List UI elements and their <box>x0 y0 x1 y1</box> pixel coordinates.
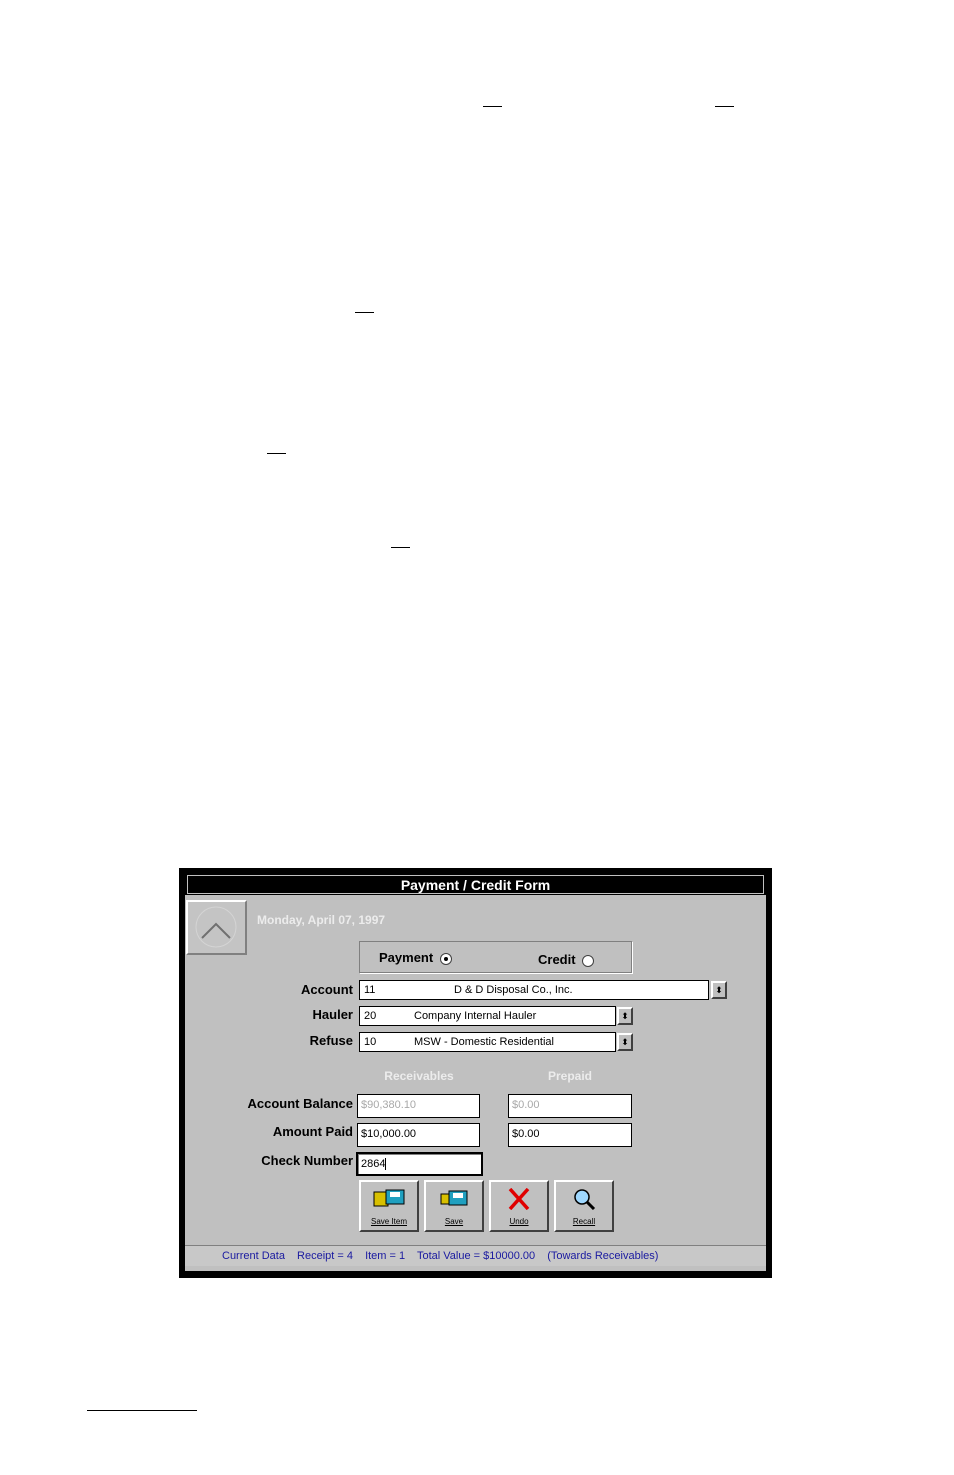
text-rule <box>355 312 374 313</box>
current-date: Monday, April 07, 1997 <box>257 913 386 927</box>
save-label: Save <box>444 1217 464 1226</box>
status-receipt: Receipt = 4 <box>297 1250 353 1262</box>
refuse-label: Refuse <box>309 1033 353 1048</box>
credit-label: Credit <box>538 952 576 967</box>
text-rule <box>715 106 734 107</box>
save-item-label: Save Item <box>370 1217 407 1226</box>
hauler-field[interactable]: 20 Company Internal Hauler <box>359 1006 616 1026</box>
footnote-rule <box>87 1410 197 1411</box>
text-rule <box>483 106 502 107</box>
app-logo-icon <box>186 900 247 955</box>
receivables-amount-paid-input[interactable]: $10,000.00 <box>357 1123 480 1147</box>
magnifier-icon <box>556 1188 612 1215</box>
hauler-code: 20 <box>364 1010 377 1022</box>
status-current-data: Current Data <box>222 1250 285 1262</box>
status-towards: (Towards Receivables) <box>547 1250 659 1262</box>
refuse-field[interactable]: 10 MSW - Domestic Residential <box>359 1032 616 1052</box>
account-field[interactable]: 11 D & D Disposal Co., Inc. <box>359 980 709 1000</box>
refuse-code: 10 <box>364 1036 377 1048</box>
window-title: Payment / Credit Form <box>187 875 764 894</box>
check-number-label: Check Number <box>261 1153 353 1168</box>
receivables-column-header: Receivables <box>384 1069 454 1083</box>
account-balance-label: Account Balance <box>247 1096 353 1111</box>
text-rule <box>267 453 286 454</box>
payment-radio[interactable] <box>439 952 452 965</box>
account-code: 11 <box>364 984 376 996</box>
amount-paid-label: Amount Paid <box>272 1124 353 1139</box>
credit-radio[interactable] <box>582 954 595 967</box>
prepaid-amount-paid-input[interactable]: $0.00 <box>508 1123 632 1147</box>
undo-label: Undo <box>509 1217 529 1226</box>
status-total-value: Total Value = $10000.00 <box>416 1250 536 1262</box>
account-lookup-spinner[interactable]: ⬍ <box>711 981 727 999</box>
account-name: D & D Disposal Co., Inc. <box>454 984 573 996</box>
text-rule <box>391 547 410 548</box>
payment-radio-option[interactable]: Payment <box>379 950 452 965</box>
text-cursor <box>385 1158 387 1171</box>
hauler-name: Company Internal Hauler <box>414 1010 537 1022</box>
refuse-name: MSW - Domestic Residential <box>414 1036 554 1048</box>
save-icon <box>426 1188 482 1215</box>
form-client-area: Monday, April 07, 1997 Payment Credit Ac… <box>185 895 766 1271</box>
prepaid-balance-field: $0.00 <box>508 1094 632 1118</box>
check-number-value: 2864 <box>361 1158 386 1170</box>
undo-button[interactable]: Undo <box>489 1180 549 1232</box>
recall-button[interactable]: Recall <box>554 1180 614 1232</box>
status-bar: Current Data Receipt = 4 Item = 1 Total … <box>185 1245 766 1266</box>
account-label: Account <box>301 982 353 997</box>
hauler-label: Hauler <box>312 1007 353 1022</box>
refuse-lookup-spinner[interactable]: ⬍ <box>617 1033 633 1051</box>
recall-label: Recall <box>572 1217 596 1226</box>
save-item-button[interactable]: Save Item <box>359 1180 419 1232</box>
save-item-icon <box>361 1188 417 1215</box>
prepaid-column-header: Prepaid <box>547 1069 592 1083</box>
payment-credit-window: Payment / Credit Form Monday, April 07, … <box>179 868 772 1278</box>
check-number-input[interactable]: 2864 <box>356 1152 483 1176</box>
save-button[interactable]: Save <box>424 1180 484 1232</box>
undo-x-icon <box>491 1187 547 1215</box>
transaction-type-group: Payment Credit <box>359 941 632 973</box>
payment-label: Payment <box>379 950 434 965</box>
receivables-balance-field: $90,380.10 <box>357 1094 480 1118</box>
credit-radio-option[interactable]: Credit <box>538 952 595 967</box>
hauler-lookup-spinner[interactable]: ⬍ <box>617 1007 633 1025</box>
status-item: Item = 1 <box>365 1250 406 1262</box>
